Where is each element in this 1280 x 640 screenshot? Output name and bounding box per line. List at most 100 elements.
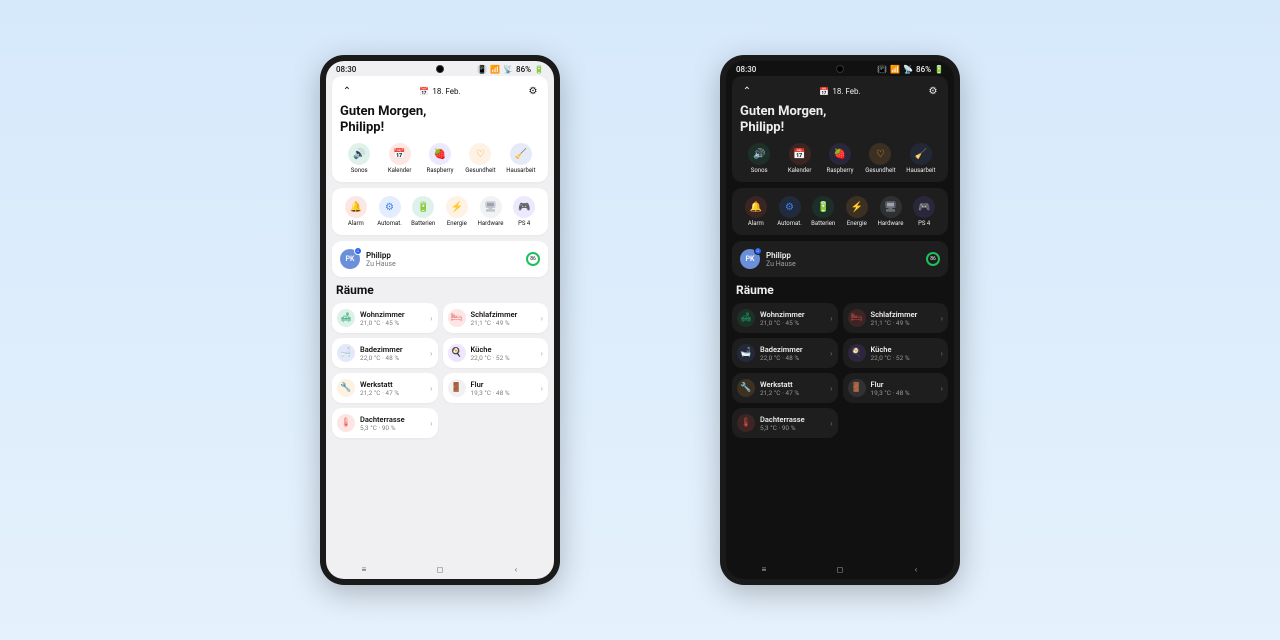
room-name: Dachterrasse — [360, 415, 425, 424]
quick-label: Gesundheit — [865, 167, 895, 174]
quick-item-raspberry[interactable]: 🍓Raspberry — [821, 143, 859, 174]
batterien-icon: 🔋 — [412, 196, 434, 218]
quick-item-hausarbeit[interactable]: 🧹Hausarbeit — [902, 143, 940, 174]
hardware-icon: 🖥 — [480, 196, 502, 218]
person-location: Zu Hause — [366, 260, 520, 268]
room-card-flur[interactable]: 🚪Flur19,3 °C · 48 %› — [843, 373, 949, 403]
room-stats: 19,3 °C · 48 % — [471, 389, 536, 397]
person-name: Philipp — [766, 251, 920, 260]
nav-bar: ≡ ◻ ‹ — [726, 559, 954, 579]
quick-label: Gesundheit — [465, 167, 495, 174]
settings-button[interactable]: ⚙ — [926, 84, 940, 98]
section-rooms-title: Räume — [736, 283, 944, 297]
quick-label: Automat. — [377, 220, 402, 227]
quick-item-gesundheit[interactable]: ♡Gesundheit — [861, 143, 899, 174]
quick-item-alarm[interactable]: 🔔Alarm — [340, 196, 372, 227]
room-name: Werkstatt — [760, 380, 825, 389]
room-card-badezimmer[interactable]: 🛁Badezimmer22,0 °C · 48 %› — [332, 338, 438, 368]
quick-card-2: 🔔Alarm⚙Automat.🔋Batterien⚡Energie 🖥 Hardwa… — [332, 188, 548, 235]
room-card-küche[interactable]: 🍳Küche22,0 °C · 52 %› — [843, 338, 949, 368]
person-card[interactable]: PK ⌂ Philipp Zu Hause 86 — [732, 241, 948, 277]
quick-item-batterien[interactable]: 🔋Batterien — [807, 196, 839, 227]
quick-item-batterien[interactable]: 🔋Batterien — [407, 196, 439, 227]
quick-card-2: 🔔Alarm⚙Automat.🔋Batterien⚡Energie🖥Hardwa… — [732, 188, 948, 235]
quick-item-sonos[interactable]: 🔊Sonos — [740, 143, 778, 174]
room-card-dachterrasse[interactable]: 🌡Dachterrasse5,3 °C · 90 %› — [732, 408, 838, 438]
quick-item-energie[interactable]: ⚡Energie — [841, 196, 873, 227]
quick-item-hardware[interactable]: 🖥 Hardware — [475, 196, 507, 227]
collapse-button[interactable]: ⌃ — [340, 84, 354, 98]
quick-label: Automat. — [777, 220, 802, 227]
chevron-right-icon: › — [541, 384, 543, 393]
quick-item-sonos[interactable]: 🔊Sonos — [340, 143, 378, 174]
status-icons: 📳 📶 📡 86% 🔋 — [877, 65, 944, 74]
chevron-right-icon: › — [430, 384, 432, 393]
section-rooms-title: Räume — [336, 283, 544, 297]
room-name: Wohnzimmer — [360, 310, 425, 319]
room-card-dachterrasse[interactable]: 🌡Dachterrasse5,3 °C · 90 %› — [332, 408, 438, 438]
camera-hole — [436, 65, 444, 73]
battery-icon: 🔋 — [534, 65, 544, 74]
quick-item-raspberry[interactable]: 🍓Raspberry — [421, 143, 459, 174]
hausarbeit-icon: 🧹 — [910, 143, 932, 165]
hardware-icon: 🖥 — [880, 196, 902, 218]
room-icon: 🍳 — [448, 344, 466, 362]
screen-dark: 08:30 📳 📶 📡 86% 🔋 ⌃ 📅 18. Feb. ⚙ — [726, 61, 954, 579]
room-card-badezimmer[interactable]: 🛁Badezimmer22,0 °C · 48 %› — [732, 338, 838, 368]
battery-ring-icon: 86 — [526, 252, 540, 266]
quick-item-automat.[interactable]: ⚙Automat. — [774, 196, 806, 227]
chevron-right-icon: › — [830, 419, 832, 428]
quick-item-alarm[interactable]: 🔔Alarm — [740, 196, 772, 227]
room-card-wohnzimmer[interactable]: 🛋Wohnzimmer21,0 °C · 45 %› — [332, 303, 438, 333]
battery-text: 86% — [516, 65, 531, 74]
nav-back[interactable]: ‹ — [509, 562, 523, 576]
room-icon: 🚪 — [848, 379, 866, 397]
nav-home[interactable]: ◻ — [433, 562, 447, 576]
phone-dark: 08:30 📳 📶 📡 86% 🔋 ⌃ 📅 18. Feb. ⚙ — [720, 55, 960, 585]
hausarbeit-icon: 🧹 — [510, 143, 532, 165]
chevron-right-icon: › — [941, 384, 943, 393]
nav-recents[interactable]: ≡ — [757, 562, 771, 576]
quick-item-hardware[interactable]: 🖥Hardware — [875, 196, 907, 227]
nav-back[interactable]: ‹ — [909, 562, 923, 576]
quick-item-automat.[interactable]: ⚙Automat. — [374, 196, 406, 227]
quick-label: PS 4 — [518, 220, 530, 227]
phone-light: 08:30 📳 📶 📡 86% 🔋 ⌃ 📅 18. Feb. ⚙ — [320, 55, 560, 585]
quick-item-ps 4[interactable]: 🎮 PS 4 — [508, 196, 540, 227]
person-card[interactable]: PK ⌂ Philipp Zu Hause 86 — [332, 241, 548, 277]
room-card-schlafzimmer[interactable]: 🛏Schlafzimmer21,1 °C · 49 %› — [843, 303, 949, 333]
room-card-wohnzimmer[interactable]: 🛋Wohnzimmer21,0 °C · 45 %› — [732, 303, 838, 333]
date-text: 18. Feb. — [832, 87, 860, 96]
quick-row-2: 🔔Alarm⚙Automat.🔋Batterien⚡Energie🖥Hardwa… — [740, 196, 940, 227]
nav-bar: ≡ ◻ ‹ — [326, 559, 554, 579]
room-name: Wohnzimmer — [760, 310, 825, 319]
ps 4-icon: 🎮 — [913, 196, 935, 218]
quick-label: Alarm — [748, 220, 764, 227]
room-card-werkstatt[interactable]: 🔧Werkstatt21,2 °C · 47 %› — [732, 373, 838, 403]
quick-item-gesundheit[interactable]: ♡Gesundheit — [461, 143, 499, 174]
date-chip[interactable]: 📅 18. Feb. — [419, 87, 460, 96]
room-name: Küche — [471, 345, 536, 354]
quick-item-ps 4[interactable]: 🎮PS 4 — [908, 196, 940, 227]
quick-label: Hardware — [478, 220, 504, 227]
room-card-werkstatt[interactable]: 🔧Werkstatt21,2 °C · 47 %› — [332, 373, 438, 403]
ps 4-icon: 🎮 — [513, 196, 535, 218]
quick-item-hausarbeit[interactable]: 🧹Hausarbeit — [502, 143, 540, 174]
room-name: Schlafzimmer — [471, 310, 536, 319]
room-card-flur[interactable]: 🚪Flur19,3 °C · 48 %› — [443, 373, 549, 403]
collapse-button[interactable]: ⌃ — [740, 84, 754, 98]
room-card-schlafzimmer[interactable]: 🛏Schlafzimmer21,1 °C · 49 %› — [443, 303, 549, 333]
room-icon: 🛏 — [448, 309, 466, 327]
room-card-küche[interactable]: 🍳Küche22,0 °C · 52 %› — [443, 338, 549, 368]
settings-button[interactable]: ⚙ — [526, 84, 540, 98]
kalender-icon: 📅 — [389, 143, 411, 165]
quick-item-kalender[interactable]: 📅Kalender — [380, 143, 418, 174]
screen-light: 08:30 📳 📶 📡 86% 🔋 ⌃ 📅 18. Feb. ⚙ — [326, 61, 554, 579]
content: ⌃ 📅 18. Feb. ⚙ Guten Morgen, Philipp! 🔊S… — [326, 76, 554, 556]
date-chip[interactable]: 📅 18. Feb. — [819, 87, 860, 96]
quick-item-kalender[interactable]: 📅Kalender — [780, 143, 818, 174]
sonos-icon: 🔊 — [348, 143, 370, 165]
nav-recents[interactable]: ≡ — [357, 562, 371, 576]
quick-item-energie[interactable]: ⚡Energie — [441, 196, 473, 227]
nav-home[interactable]: ◻ — [833, 562, 847, 576]
